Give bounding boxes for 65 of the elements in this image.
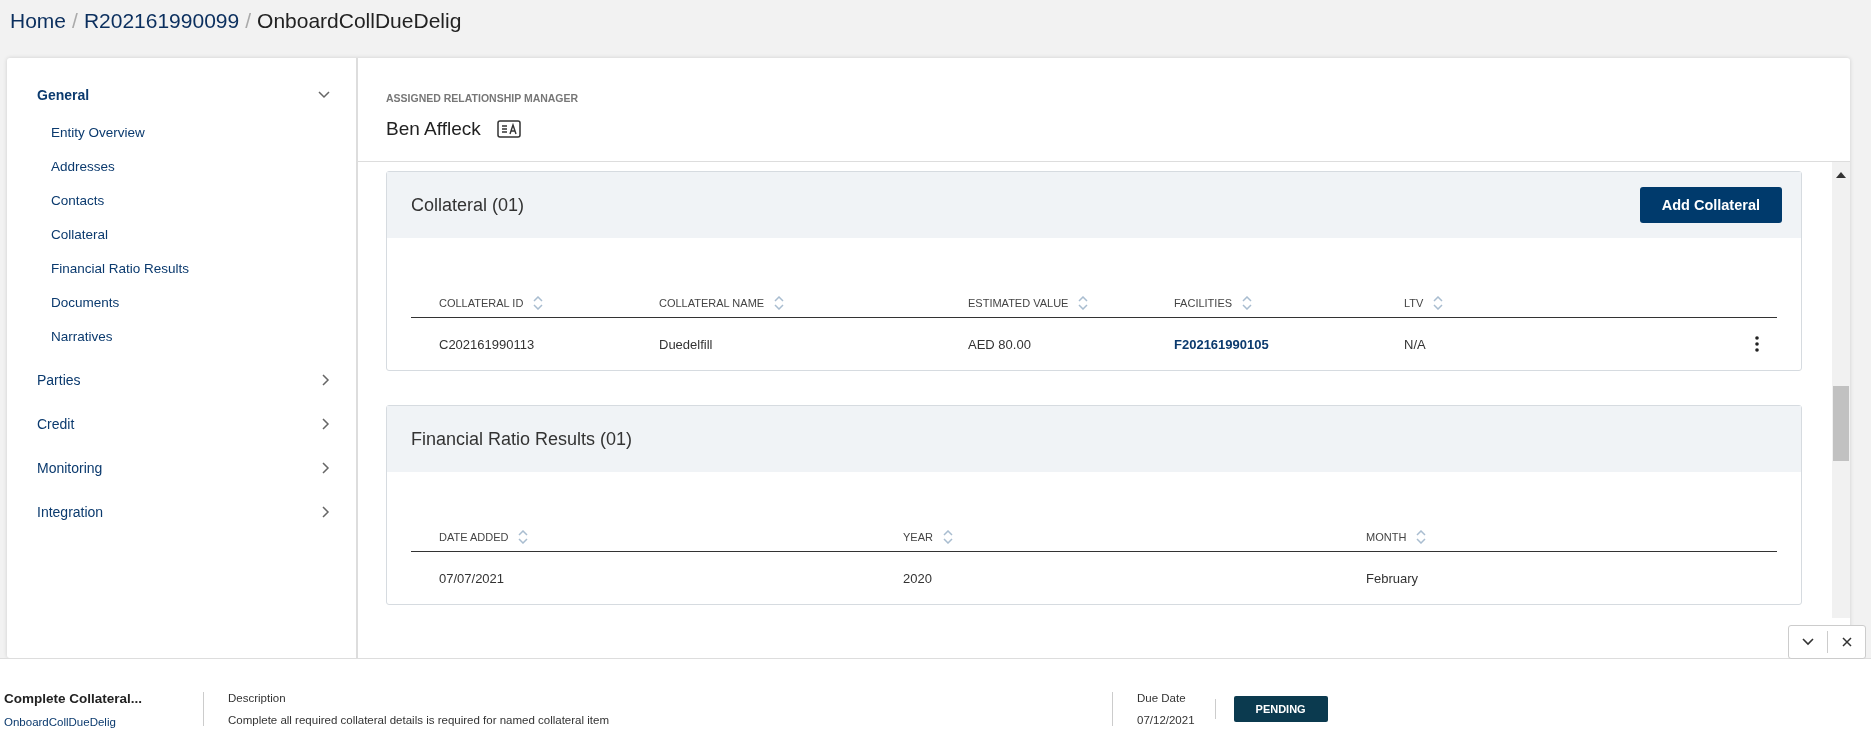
table-cell: February — [1366, 570, 1419, 586]
panel-title: Collateral (01) — [411, 194, 525, 216]
task-title: Complete Collateral... — [4, 690, 144, 706]
sort-icon[interactable] — [518, 530, 529, 544]
chevron-right-icon — [322, 374, 330, 386]
add-collateral-button[interactable]: Add Collateral — [1639, 187, 1782, 223]
chevron-right-icon — [322, 506, 330, 518]
chevron-right-icon — [322, 418, 330, 430]
sort-icon[interactable] — [942, 530, 953, 544]
sort-icon[interactable] — [1416, 530, 1427, 544]
description-label: Description — [228, 692, 287, 704]
sort-icon[interactable] — [533, 296, 544, 310]
table-cell: C202161990113 — [439, 336, 535, 352]
table-cell: AED 80.00 — [968, 336, 1031, 352]
column-header[interactable]: COLLATERAL ID — [439, 297, 524, 309]
breadcrumb-separator: / — [245, 9, 252, 33]
close-icon — [1841, 637, 1852, 647]
sidebar-section[interactable]: General — [37, 78, 332, 112]
more-options-icon[interactable] — [1755, 336, 1759, 352]
sidebar-item[interactable]: Entity Overview — [37, 116, 332, 150]
sort-icon[interactable] — [1078, 296, 1089, 310]
sidebar-item[interactable]: Narratives — [37, 320, 332, 354]
table-cell: 2020 — [903, 570, 932, 586]
chevron-right-icon — [322, 462, 330, 474]
description-text: Complete all required collateral details is required for named collateral item — [228, 714, 610, 726]
column-header[interactable]: LTV — [1404, 297, 1424, 309]
sidebar-section[interactable]: Monitoring — [37, 446, 332, 490]
panel-title: Financial Ratio Results (01) — [411, 428, 633, 450]
sort-icon[interactable] — [1242, 296, 1253, 310]
sidebar-item[interactable]: Addresses — [37, 150, 332, 184]
breadcrumb-separator: / — [72, 9, 78, 33]
table-cell: 07/07/2021 — [439, 570, 505, 586]
sidebar-item[interactable]: Documents — [37, 286, 332, 320]
breadcrumb-link[interactable]: OnboardCollDueDelig — [257, 9, 462, 33]
table-cell: N/A — [1404, 336, 1426, 352]
column-header[interactable]: FACILITIES — [1174, 297, 1233, 309]
column-header[interactable]: DATE ADDED — [439, 531, 509, 543]
sidebar-section[interactable]: Integration — [37, 490, 332, 534]
chevron-down-icon — [1802, 638, 1814, 646]
column-header[interactable]: YEAR — [903, 531, 933, 543]
scrollbar[interactable] — [1832, 162, 1850, 618]
column-header[interactable]: COLLATERAL NAME — [659, 297, 765, 309]
table-cell: Duedelfill — [659, 336, 713, 352]
facility-link[interactable]: F202161990105 — [1174, 336, 1269, 352]
column-header[interactable]: ESTIMATED VALUE — [968, 297, 1069, 309]
breadcrumb-link[interactable]: Home — [10, 9, 67, 33]
sidebar-item[interactable]: Contacts — [37, 184, 332, 218]
sidebar-item[interactable]: Financial Ratio Results — [37, 252, 332, 286]
scroll-up-icon[interactable] — [1836, 172, 1846, 178]
sort-icon[interactable] — [1433, 296, 1444, 310]
scrollbar-thumb[interactable] — [1833, 386, 1849, 461]
id-card-icon[interactable] — [496, 120, 521, 138]
task-link[interactable]: OnboardCollDueDelig — [4, 715, 179, 728]
due-date-label: Due Date — [1137, 692, 1187, 704]
sidebar-item[interactable]: Collateral — [37, 218, 332, 252]
sort-icon[interactable] — [774, 296, 785, 310]
manager-name: Ben Affleck — [386, 118, 481, 140]
chevron-down-icon — [318, 91, 330, 99]
sidebar-section[interactable]: Credit — [37, 402, 332, 446]
breadcrumb-link[interactable]: R202161990099 — [83, 9, 240, 33]
due-date: 07/12/2021 — [1137, 714, 1195, 726]
sidebar-section[interactable]: Parties — [37, 358, 332, 402]
manager-label: ASSIGNED RELATIONSHIP MANAGER — [386, 92, 580, 104]
status-badge: PENDING — [1233, 696, 1328, 722]
column-header[interactable]: MONTH — [1366, 531, 1407, 543]
